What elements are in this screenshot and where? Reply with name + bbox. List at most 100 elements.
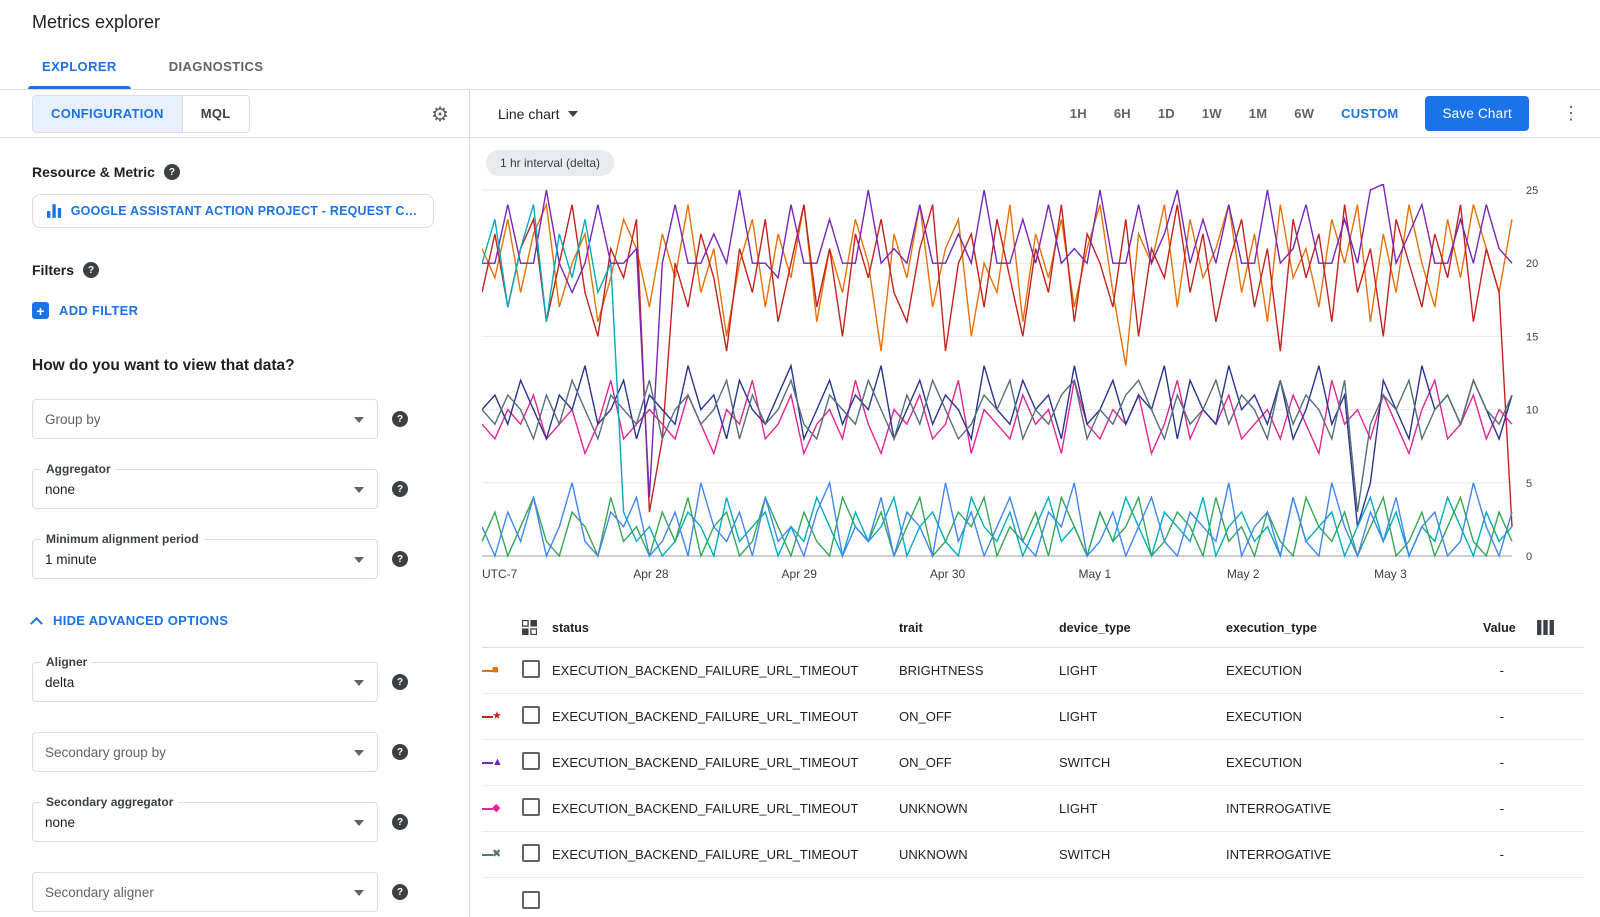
- device-type-cell: SWITCH: [1059, 847, 1226, 862]
- row-checkbox[interactable]: [522, 891, 540, 909]
- row-checkbox[interactable]: [522, 752, 540, 770]
- field-value: Secondary group by: [45, 745, 166, 760]
- select-secondary-aggregator[interactable]: Secondary aggregatornone: [32, 802, 378, 842]
- trait-cell: BRIGHTNESS: [899, 663, 1059, 678]
- help-icon[interactable]: ?: [392, 411, 408, 427]
- row-checkbox[interactable]: [522, 706, 540, 724]
- chart-toolbar: Line chart 1H 6H 1D 1W 1M 6W CUSTOM Save…: [470, 90, 1600, 138]
- help-icon[interactable]: ?: [392, 814, 408, 830]
- more-options-icon[interactable]: ⋮: [1556, 103, 1586, 124]
- resource-metric-chip[interactable]: GOOGLE ASSISTANT ACTION PROJECT - REQUES…: [32, 194, 434, 228]
- gear-icon[interactable]: ⚙︎: [431, 104, 449, 124]
- range-1w[interactable]: 1W: [1202, 106, 1222, 121]
- chart-series-slate: [482, 380, 1512, 512]
- page-title: Metrics explorer: [32, 12, 160, 33]
- time-range-controls: 1H 6H 1D 1W 1M 6W CUSTOM Save Chart ⋮: [1070, 96, 1586, 131]
- plus-icon: +: [32, 302, 49, 319]
- add-filter-button[interactable]: + ADD FILTER: [32, 302, 445, 319]
- hide-advanced-options-toggle[interactable]: HIDE ADVANCED OPTIONS: [32, 613, 445, 628]
- mql-toggle[interactable]: MQL: [182, 96, 249, 132]
- legend-grid-icon[interactable]: [522, 620, 552, 635]
- help-icon[interactable]: ?: [392, 884, 408, 900]
- trait-cell: UNKNOWN: [899, 801, 1059, 816]
- select-aggregator[interactable]: Aggregatornone: [32, 469, 378, 509]
- field-value: none: [45, 482, 75, 497]
- help-icon[interactable]: ?: [164, 164, 180, 180]
- svg-text:0: 0: [1526, 551, 1532, 563]
- status-cell: EXECUTION_BACKEND_FAILURE_URL_TIMEOUT: [552, 801, 899, 816]
- range-6h[interactable]: 6H: [1114, 106, 1131, 121]
- field-label: Minimum alignment period: [41, 532, 204, 546]
- table-row: ▲EXECUTION_BACKEND_FAILURE_URL_TIMEOUTON…: [482, 740, 1584, 786]
- chart-area: 1 hr interval (delta) 0510152025UTC-7Apr…: [470, 138, 1600, 586]
- field-secondary-aligner: Secondary aligner?: [32, 872, 445, 912]
- interval-chip: 1 hr interval (delta): [486, 150, 614, 176]
- help-icon[interactable]: ?: [392, 481, 408, 497]
- execution-type-cell: EXECUTION: [1226, 755, 1483, 770]
- series-legend-mark: ★: [482, 711, 522, 722]
- help-icon[interactable]: ?: [83, 262, 99, 278]
- chevron-down-icon: [354, 487, 364, 493]
- line-chart[interactable]: 0510152025UTC-7Apr 28Apr 29Apr 30May 1Ma…: [482, 184, 1582, 586]
- device-type-cell: LIGHT: [1059, 663, 1226, 678]
- select-secondary-group-by[interactable]: Secondary group by: [32, 732, 378, 772]
- table-row: ◆EXECUTION_BACKEND_FAILURE_URL_TIMEOUTUN…: [482, 786, 1584, 832]
- svg-text:25: 25: [1526, 185, 1538, 197]
- tab-diagnostics[interactable]: DIAGNOSTICS: [143, 44, 290, 89]
- col-trait: trait: [899, 621, 1059, 635]
- svg-text:5: 5: [1526, 478, 1532, 490]
- execution-type-cell: INTERROGATIVE: [1226, 847, 1483, 862]
- trait-cell: ON_OFF: [899, 709, 1059, 724]
- chevron-up-icon: [30, 617, 43, 630]
- range-1m[interactable]: 1M: [1249, 106, 1267, 121]
- svg-text:20: 20: [1526, 258, 1538, 270]
- svg-text:Apr 30: Apr 30: [930, 567, 966, 581]
- tabbar: EXPLORER DIAGNOSTICS: [0, 44, 1600, 90]
- field-aggregator: Aggregatornone?: [32, 469, 445, 509]
- select-group-by[interactable]: Group by: [32, 399, 378, 439]
- chevron-down-icon: [354, 417, 364, 423]
- field-label: Aligner: [41, 655, 92, 669]
- range-custom[interactable]: CUSTOM: [1341, 106, 1398, 121]
- chevron-down-icon: [568, 111, 578, 117]
- series-legend-mark: ■: [482, 665, 522, 676]
- table-row: ★ EXECUTION_BACKEND_FAILURE_URL_TIMEOUTON…: [482, 694, 1584, 740]
- field-aligner: Alignerdelta?: [32, 662, 445, 702]
- tab-explorer[interactable]: EXPLORER: [16, 44, 143, 89]
- col-status: status: [552, 621, 899, 635]
- configuration-toggle[interactable]: CONFIGURATION: [33, 96, 182, 132]
- help-icon[interactable]: ?: [392, 674, 408, 690]
- value-cell: -: [1483, 663, 1514, 678]
- help-icon[interactable]: ?: [392, 551, 408, 567]
- status-cell: EXECUTION_BACKEND_FAILURE_URL_TIMEOUT: [552, 709, 899, 724]
- sidebar-body: Resource & Metric ? GOOGLE ASSISTANT ACT…: [0, 138, 469, 917]
- row-checkbox[interactable]: [522, 844, 540, 862]
- sidebar: CONFIGURATION MQL ⚙︎ Resource & Metric ?…: [0, 90, 470, 917]
- help-icon[interactable]: ?: [392, 744, 408, 760]
- titlebar: Metrics explorer: [0, 0, 1600, 44]
- save-chart-button[interactable]: Save Chart: [1425, 96, 1529, 131]
- row-checkbox[interactable]: [522, 798, 540, 816]
- select-secondary-aligner[interactable]: Secondary aligner: [32, 872, 378, 912]
- select-minimum-alignment-period[interactable]: Minimum alignment period1 minute: [32, 539, 378, 579]
- range-6w[interactable]: 6W: [1294, 106, 1314, 121]
- chart-type-dropdown[interactable]: Line chart: [498, 106, 578, 122]
- table-row-partial: [482, 878, 1584, 917]
- range-1h[interactable]: 1H: [1070, 106, 1087, 121]
- range-1d[interactable]: 1D: [1158, 106, 1175, 121]
- field-value: Secondary aligner: [45, 885, 154, 900]
- value-cell: -: [1483, 709, 1514, 724]
- device-type-cell: LIGHT: [1059, 709, 1226, 724]
- svg-text:Apr 29: Apr 29: [782, 567, 818, 581]
- row-checkbox[interactable]: [522, 660, 540, 678]
- col-value: Value: [1483, 621, 1516, 635]
- chevron-down-icon: [354, 750, 364, 756]
- table-row: ■EXECUTION_BACKEND_FAILURE_URL_TIMEOUTBR…: [482, 648, 1584, 694]
- column-settings-icon[interactable]: [1537, 620, 1554, 635]
- svg-text:May 3: May 3: [1374, 567, 1407, 581]
- status-cell: EXECUTION_BACKEND_FAILURE_URL_TIMEOUT: [552, 755, 899, 770]
- trait-cell: ON_OFF: [899, 755, 1059, 770]
- sidebar-toolbar: CONFIGURATION MQL ⚙︎: [0, 90, 469, 138]
- select-aligner[interactable]: Alignerdelta: [32, 662, 378, 702]
- value-cell: -: [1483, 801, 1514, 816]
